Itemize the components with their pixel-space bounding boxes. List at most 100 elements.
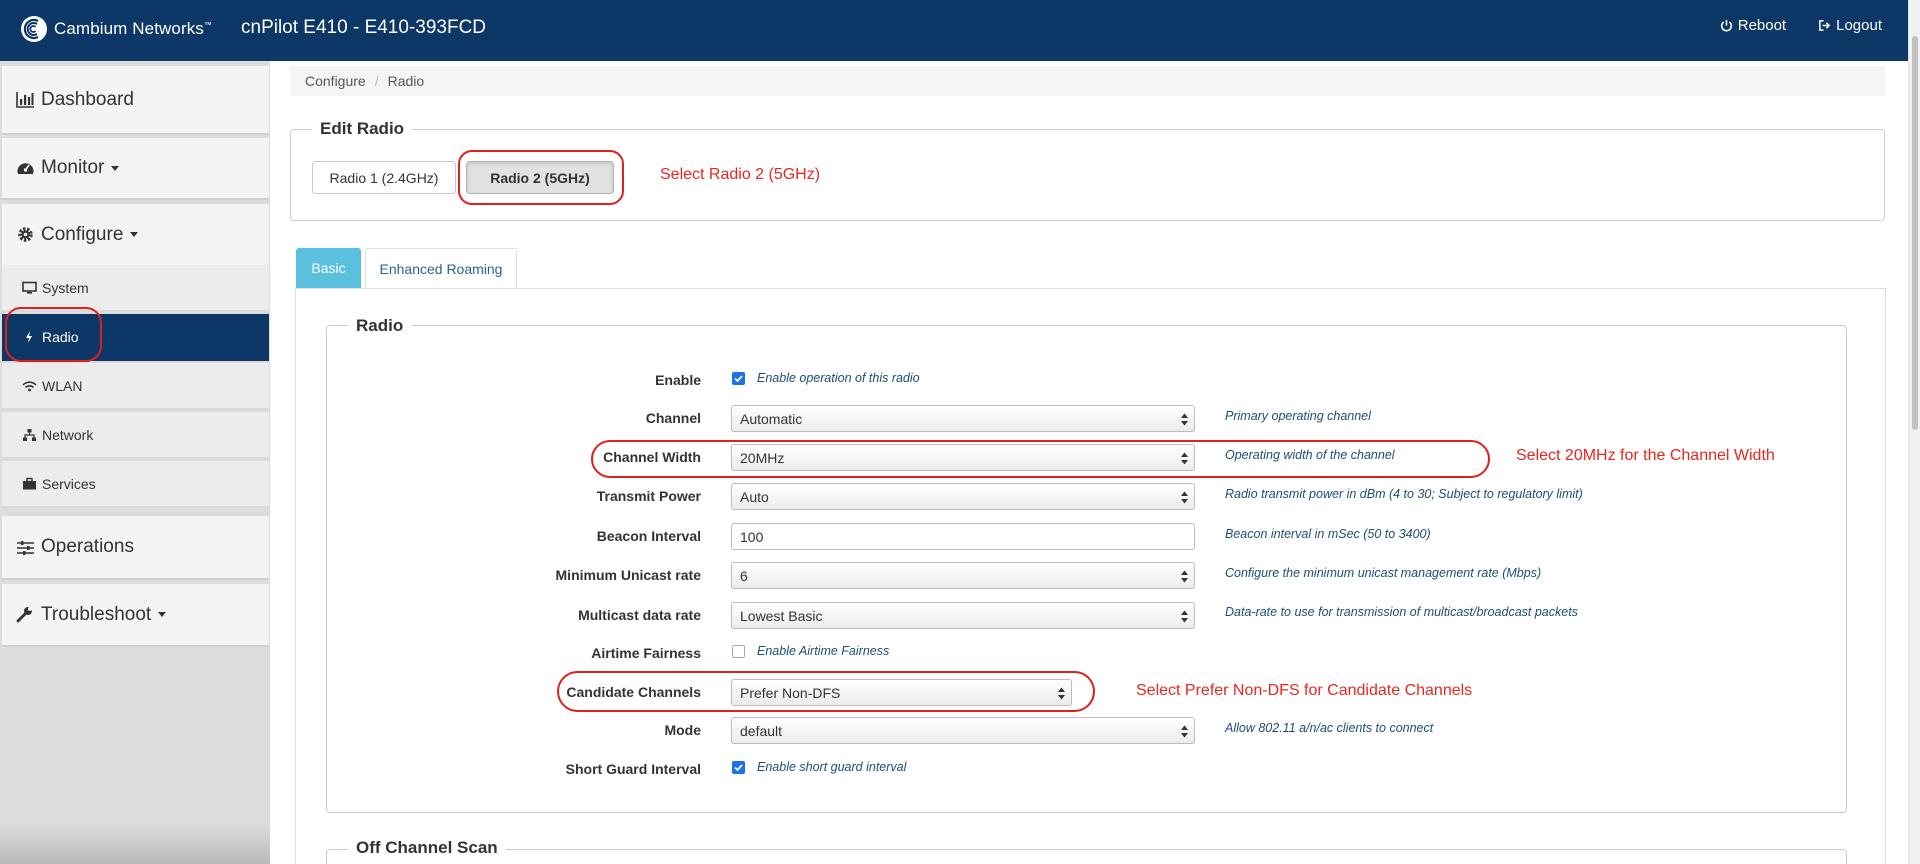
select-arrows-icon bbox=[1181, 570, 1188, 583]
select-arrows-icon bbox=[1181, 725, 1188, 738]
min-unicast-rate-label: Minimum Unicast rate bbox=[555, 567, 701, 583]
tab-enhanced-roaming[interactable]: Enhanced Roaming bbox=[365, 248, 517, 288]
checkmark-icon bbox=[734, 375, 743, 383]
airtime-fairness-label: Airtime Fairness bbox=[591, 645, 701, 661]
logout-icon bbox=[1819, 20, 1831, 31]
airtime-fairness-checkbox[interactable] bbox=[732, 645, 745, 658]
monitor-icon bbox=[22, 281, 37, 294]
airtime-fairness-text: Enable Airtime Fairness bbox=[757, 644, 890, 658]
multicast-rate-select[interactable]: Lowest Basic bbox=[731, 602, 1195, 629]
sidebar-item-label: Network bbox=[42, 426, 94, 443]
sliders-icon bbox=[17, 540, 34, 555]
sidebar-item-system[interactable]: System bbox=[2, 265, 269, 312]
min-unicast-rate-value: 6 bbox=[740, 567, 748, 584]
channel-select[interactable]: Automatic bbox=[731, 405, 1195, 432]
transmit-power-select[interactable]: Auto bbox=[731, 483, 1195, 510]
checkmark-icon bbox=[734, 764, 743, 772]
short-guard-text: Enable short guard interval bbox=[757, 760, 907, 774]
sidebar-item-label: Services bbox=[42, 475, 96, 492]
edit-radio-legend: Edit Radio bbox=[312, 119, 413, 139]
channel-label: Channel bbox=[645, 410, 701, 426]
sidebar-bottom-shadow bbox=[0, 824, 270, 864]
tab-basic[interactable]: Basic bbox=[296, 248, 361, 288]
sidebar-item-label: Troubleshoot bbox=[41, 603, 152, 625]
annotation-select-candidate: Select Prefer Non-DFS for Candidate Chan… bbox=[1136, 682, 1473, 699]
enable-text: Enable operation of this radio bbox=[757, 371, 920, 385]
multicast-rate-help: Data-rate to use for transmission of mul… bbox=[1225, 605, 1578, 619]
sidebar-item-label: Configure bbox=[41, 223, 124, 245]
breadcrumb-separator: / bbox=[374, 73, 379, 89]
top-actions: Reboot Logout bbox=[1720, 17, 1882, 34]
device-title: cnPilot E410 - E410-393FCD bbox=[241, 17, 487, 38]
reboot-label: Reboot bbox=[1737, 17, 1787, 34]
caret-down-icon bbox=[158, 612, 167, 617]
off-channel-scan-panel bbox=[326, 849, 1847, 864]
annotation-select-radio2: Select Radio 2 (5GHz) bbox=[660, 166, 821, 183]
caret-down-icon bbox=[111, 165, 120, 171]
mode-label: Mode bbox=[664, 722, 701, 738]
sidebar-item-label: Monitor bbox=[41, 157, 105, 178]
enable-checkbox[interactable] bbox=[732, 372, 745, 385]
bar-chart-icon bbox=[16, 92, 34, 108]
logout-button[interactable]: Logout bbox=[1818, 17, 1882, 34]
radio-settings-legend: Radio bbox=[348, 316, 412, 336]
enable-label: Enable bbox=[655, 372, 701, 388]
brand[interactable]: Cambium Networks™ bbox=[20, 15, 212, 43]
wrench-icon bbox=[16, 607, 32, 623]
annotation-candidate-highlight bbox=[557, 671, 1095, 712]
short-guard-label: Short Guard Interval bbox=[565, 761, 701, 777]
sidebar: Dashboard Monitor Configure System Radio… bbox=[0, 61, 270, 864]
breadcrumb-configure[interactable]: Configure bbox=[305, 73, 366, 89]
page-scrollbar[interactable] bbox=[1908, 0, 1920, 864]
mode-help: Allow 802.11 a/n/ac clients to connect bbox=[1225, 721, 1434, 735]
sidebar-item-label: WLAN bbox=[42, 377, 83, 394]
scrollbar-thumb[interactable] bbox=[1912, 36, 1918, 430]
radio1-button[interactable]: Radio 1 (2.4GHz) bbox=[312, 161, 456, 194]
channel-help: Primary operating channel bbox=[1225, 409, 1371, 423]
top-navbar: Cambium Networks™ cnPilot E410 - E410-39… bbox=[0, 0, 1908, 61]
sidebar-item-label: System bbox=[42, 279, 89, 296]
logout-label: Logout bbox=[1836, 17, 1882, 34]
beacon-interval-help: Beacon interval in mSec (50 to 3400) bbox=[1225, 527, 1431, 541]
transmit-power-value: Auto bbox=[740, 488, 769, 505]
transmit-power-help: Radio transmit power in dBm (4 to 30; Su… bbox=[1225, 487, 1583, 501]
min-unicast-rate-help: Configure the minimum unicast management… bbox=[1225, 566, 1542, 580]
beacon-interval-label: Beacon Interval bbox=[596, 528, 701, 544]
select-arrows-icon bbox=[1181, 610, 1188, 623]
off-channel-scan-legend: Off Channel Scan bbox=[348, 838, 506, 858]
multicast-rate-value: Lowest Basic bbox=[740, 607, 823, 624]
transmit-power-label: Transmit Power bbox=[596, 488, 701, 504]
gear-icon bbox=[18, 227, 33, 242]
sidebar-item-troubleshoot[interactable]: Troubleshoot bbox=[2, 584, 269, 647]
mode-select[interactable]: default bbox=[731, 717, 1195, 744]
annotation-channel-width-highlight bbox=[591, 440, 1490, 478]
select-arrows-icon bbox=[1181, 491, 1188, 504]
caret-down-icon bbox=[130, 232, 139, 237]
brand-name: Cambium Networks™ bbox=[54, 19, 213, 38]
annotation-select-channel-width: Select 20MHz for the Channel Width bbox=[1516, 447, 1775, 464]
sidebar-item-dashboard[interactable]: Dashboard bbox=[2, 66, 269, 135]
power-icon bbox=[1720, 19, 1732, 32]
multicast-rate-label: Multicast data rate bbox=[578, 607, 701, 623]
breadcrumb: Configure / Radio bbox=[290, 66, 1885, 96]
short-guard-checkbox[interactable] bbox=[732, 761, 745, 774]
select-arrows-icon bbox=[1181, 413, 1188, 426]
channel-value: Automatic bbox=[740, 410, 803, 427]
sidebar-item-label: Dashboard bbox=[41, 88, 134, 110]
sidebar-item-wlan[interactable]: WLAN bbox=[2, 363, 269, 410]
min-unicast-rate-select[interactable]: 6 bbox=[731, 562, 1195, 589]
sidebar-item-operations[interactable]: Operations bbox=[2, 516, 269, 580]
sitemap-icon bbox=[23, 428, 36, 441]
sidebar-item-configure[interactable]: Configure bbox=[2, 204, 269, 265]
beacon-interval-value: 100 bbox=[740, 528, 764, 545]
sidebar-item-network[interactable]: Network bbox=[2, 412, 269, 459]
beacon-interval-input[interactable]: 100 bbox=[731, 523, 1195, 550]
reboot-button[interactable]: Reboot bbox=[1720, 17, 1786, 34]
annotation-radio2-highlight bbox=[458, 150, 624, 205]
sidebar-item-label: Operations bbox=[41, 536, 134, 557]
sidebar-item-services[interactable]: Services bbox=[2, 461, 269, 508]
sidebar-item-monitor[interactable]: Monitor bbox=[2, 138, 269, 200]
annotation-sidebar-radio-highlight bbox=[5, 307, 102, 362]
dashboard-gauge-icon bbox=[17, 162, 34, 174]
briefcase-icon bbox=[23, 477, 36, 489]
